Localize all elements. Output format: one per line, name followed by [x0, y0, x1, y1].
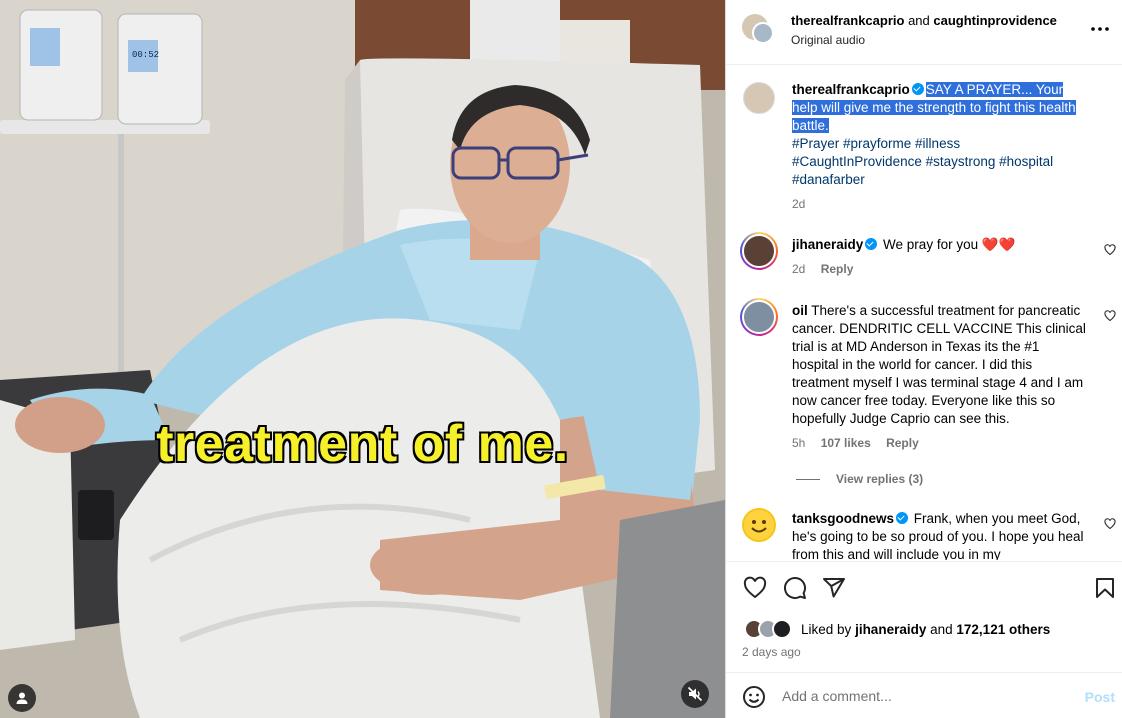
comment-time[interactable]: 5h [792, 436, 805, 450]
liked-by-others[interactable]: 172,121 others [956, 622, 1050, 637]
liked-by-prefix: Liked by [801, 622, 852, 637]
comment-text: There's a successful treatment for pancr… [792, 303, 1086, 426]
comment-emoji: ❤️❤️ [981, 237, 1016, 252]
paper-plane-icon[interactable] [822, 576, 846, 600]
comments-list[interactable]: therealfrankcaprio SAY A PRAYER... Your h… [726, 66, 1122, 560]
caption-author[interactable]: therealfrankcaprio [792, 82, 910, 97]
comment-username[interactable]: oil [792, 303, 808, 318]
comment-icon[interactable] [783, 576, 807, 600]
caption-hashtags-2[interactable]: #CaughtInProvidence #staystrong #hospita… [792, 154, 1053, 169]
smiley-avatar-icon [744, 510, 774, 540]
like-comment-heart-icon[interactable] [1104, 310, 1116, 322]
collaborator-avatar[interactable] [752, 22, 774, 44]
comment-time[interactable]: 2d [792, 262, 805, 276]
emoji-icon[interactable] [742, 685, 766, 709]
verified-badge-icon [865, 238, 878, 250]
comment-body: tanksgoodnews Frank, when you meet God, … [792, 510, 1092, 560]
authors-connector: and [908, 13, 930, 28]
post-authors: therealfrankcaprio and caughtinprovidenc… [791, 13, 1057, 28]
post-actions: Liked by jihaneraidy and 172,121 others … [726, 561, 1122, 671]
comment-body: jihaneraidy We pray for you ❤️❤️ [792, 236, 1092, 254]
bookmark-icon[interactable] [1093, 576, 1117, 600]
more-options-icon [1091, 27, 1109, 31]
comment-body: oil There's a successful treatment for p… [792, 302, 1088, 428]
caption-hashtags-1[interactable]: #Prayer #prayforme #illness [792, 136, 960, 151]
replies-divider [796, 479, 820, 481]
post-side-panel: therealfrankcaprio and caughtinprovidenc… [725, 0, 1122, 718]
reply-button[interactable]: Reply [886, 436, 919, 450]
add-comment-bar: Post [726, 672, 1122, 718]
comment-meta: 5h 107 likes Reply [792, 436, 931, 450]
post-date[interactable]: 2 days ago [742, 645, 801, 659]
view-replies-button[interactable]: View replies (3) [796, 472, 923, 486]
comment-username[interactable]: tanksgoodnews [792, 511, 894, 526]
post-header: therealfrankcaprio and caughtinprovidenc… [726, 0, 1122, 65]
liked-by-summary: Liked by jihaneraidy and 172,121 others [801, 622, 1050, 637]
comment-username[interactable]: jihaneraidy [792, 237, 863, 252]
like-comment-heart-icon[interactable] [1104, 518, 1116, 530]
caption-meta: 2d [792, 197, 817, 211]
comment-avatar[interactable] [740, 232, 778, 270]
video-caption: treatment of me. [155, 414, 569, 474]
verified-badge-icon [896, 512, 909, 524]
caption-author-avatar[interactable] [743, 82, 775, 114]
mute-button[interactable] [681, 680, 709, 708]
speaker-muted-icon [687, 686, 703, 702]
like-comment-heart-icon[interactable] [1104, 244, 1116, 256]
more-options-button[interactable] [1089, 18, 1111, 40]
caption-time[interactable]: 2d [792, 197, 805, 211]
post-media[interactable]: 00:52 treatment of me. [0, 0, 725, 718]
collaborator-username[interactable]: caughtinprovidence [933, 13, 1057, 28]
pump-display: 00:52 [132, 50, 160, 60]
comment-avatar[interactable] [740, 298, 778, 336]
comment-input[interactable] [782, 685, 1062, 707]
person-icon [16, 692, 28, 704]
hospital-photo [0, 0, 725, 718]
comment-avatar[interactable] [742, 508, 776, 542]
verified-badge-icon [911, 83, 924, 95]
author-username[interactable]: therealfrankcaprio [791, 13, 904, 28]
heart-icon[interactable] [743, 576, 767, 600]
liked-by-connector: and [930, 622, 953, 637]
audio-link[interactable]: Original audio [791, 33, 865, 47]
user-tags-button[interactable] [8, 684, 36, 712]
post-comment-button[interactable]: Post [1085, 689, 1115, 705]
comment-meta: 2d Reply [792, 262, 865, 276]
liker-avatar [772, 619, 792, 639]
liked-by-user[interactable]: jihaneraidy [855, 622, 926, 637]
view-replies-label: View replies (3) [836, 472, 924, 486]
comment-text: We pray for you [883, 237, 979, 252]
caption-text-block: therealfrankcaprio SAY A PRAYER... Your h… [792, 81, 1092, 189]
comment-likes[interactable]: 107 likes [821, 436, 871, 450]
reply-button[interactable]: Reply [821, 262, 854, 276]
liked-by-avatars [744, 619, 798, 641]
caption-hashtags-3[interactable]: #danafarber [792, 172, 865, 187]
